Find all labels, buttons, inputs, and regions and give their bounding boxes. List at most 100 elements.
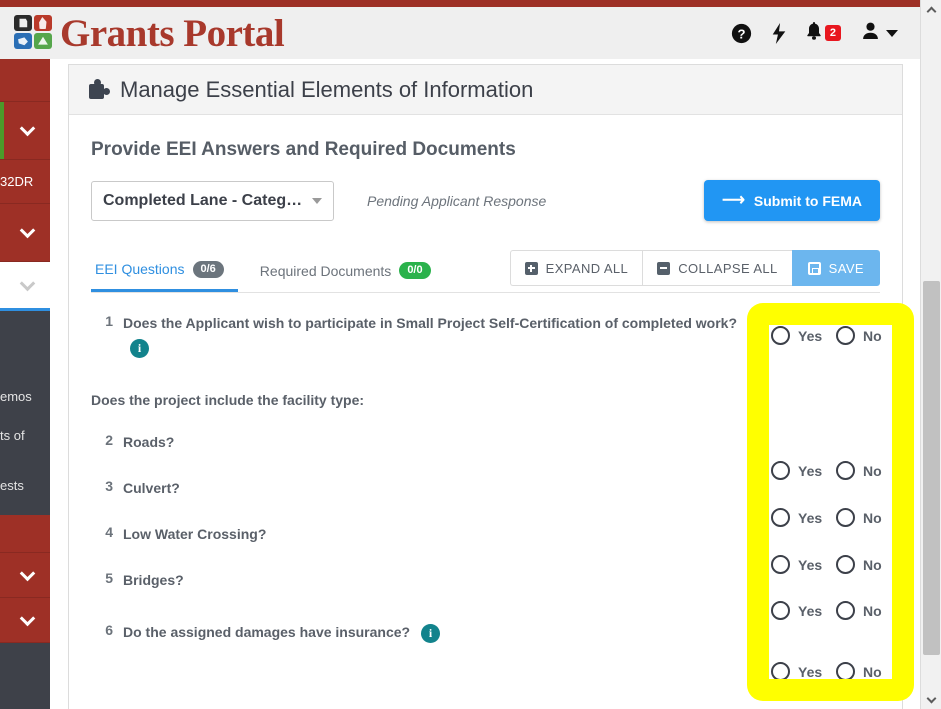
radio-no-label: No bbox=[863, 327, 882, 344]
scroll-down-button[interactable] bbox=[921, 690, 941, 709]
collapse-all-label: COLLAPSE ALL bbox=[678, 260, 778, 276]
save-button-label: SAVE bbox=[828, 260, 864, 276]
question-row-2: 2 Roads? bbox=[91, 432, 880, 452]
radio-no[interactable] bbox=[836, 326, 855, 345]
info-icon[interactable]: i bbox=[130, 339, 149, 358]
floppy-disk-icon bbox=[807, 261, 821, 275]
lane-status-text: Pending Applicant Response bbox=[367, 193, 547, 209]
tab-label: EEI Questions bbox=[95, 261, 185, 277]
lane-select-value: Completed Lane - Categor… bbox=[103, 192, 304, 209]
sidebar-item-12[interactable] bbox=[0, 643, 50, 709]
top-accent-strip bbox=[0, 0, 920, 7]
radio-no[interactable] bbox=[836, 508, 855, 527]
sidebar-item-memos[interactable]: emos bbox=[0, 377, 50, 416]
answers-panel-background bbox=[769, 325, 892, 679]
puzzle-piece-icon bbox=[87, 78, 111, 101]
radio-yes[interactable] bbox=[771, 326, 790, 345]
chevron-down-icon bbox=[312, 198, 322, 204]
question-number: 6 bbox=[105, 622, 113, 638]
notification-count-badge: 2 bbox=[824, 25, 841, 41]
status-tick bbox=[0, 102, 4, 159]
info-icon[interactable]: i bbox=[421, 623, 440, 643]
sidebar-item-label: 32DR bbox=[0, 174, 34, 189]
sidebar-item-1[interactable] bbox=[0, 102, 50, 160]
action-button-group: EXPAND ALL COLLAPSE ALL SAVE bbox=[509, 250, 880, 286]
tab-badge: 0/6 bbox=[192, 260, 224, 278]
help-circle-icon[interactable]: ? bbox=[731, 23, 752, 44]
question-row-1: 1 Does the Applicant wish to participate… bbox=[91, 313, 880, 333]
sidebar-item-requests[interactable]: ests bbox=[0, 455, 50, 515]
user-avatar-icon bbox=[861, 21, 880, 45]
save-button[interactable]: SAVE bbox=[791, 250, 880, 286]
sidebar-item-2[interactable]: 32DR bbox=[0, 160, 50, 204]
tab-badge: 0/0 bbox=[399, 262, 431, 279]
sidebar-item-4[interactable] bbox=[0, 262, 50, 308]
question-number: 5 bbox=[105, 570, 113, 586]
page-title: Manage Essential Elements of Information bbox=[120, 76, 534, 102]
question-text: Culvert? bbox=[123, 480, 180, 496]
radio-no-label: No bbox=[863, 602, 882, 619]
card-header: Manage Essential Elements of Information bbox=[69, 65, 902, 115]
chevron-down-icon bbox=[19, 120, 36, 137]
radio-yes-label: Yes bbox=[798, 602, 823, 619]
sidebar-item-0[interactable] bbox=[0, 59, 50, 102]
radio-yes-label: Yes bbox=[798, 556, 823, 573]
lightning-bolt-icon[interactable] bbox=[772, 22, 786, 44]
tab-required-documents[interactable]: Required Documents 0/0 bbox=[256, 249, 445, 292]
question-row-4: 4 Low Water Crossing? bbox=[91, 524, 880, 544]
chevron-down-icon bbox=[19, 610, 36, 626]
sidebar-item-5[interactable] bbox=[0, 311, 50, 377]
collapse-all-button[interactable]: COLLAPSE ALL bbox=[642, 250, 792, 286]
question-text: Low Water Crossing? bbox=[123, 526, 267, 542]
lane-selector-row: Completed Lane - Categor… Pending Applic… bbox=[69, 180, 902, 221]
sidebar-item-11[interactable] bbox=[0, 598, 50, 643]
brand-title: Grants Portal bbox=[60, 11, 285, 55]
question-row-5: 5 Bridges? bbox=[91, 570, 880, 590]
question-number: 4 bbox=[105, 524, 113, 540]
left-sidebar: 32DR emos ts of ests bbox=[0, 59, 50, 709]
chevron-down-icon bbox=[926, 693, 937, 703]
radio-yes[interactable] bbox=[771, 555, 790, 574]
sidebar-item-3[interactable] bbox=[0, 204, 50, 262]
chevron-down-icon bbox=[19, 565, 36, 581]
brand-header: Grants Portal ? 2 bbox=[0, 7, 920, 59]
lane-select[interactable]: Completed Lane - Categor… bbox=[91, 181, 334, 221]
radio-yes[interactable] bbox=[771, 508, 790, 527]
sidebar-item-10[interactable] bbox=[0, 553, 50, 598]
tab-bar: EEI Questions 0/6 Required Documents 0/0… bbox=[91, 249, 880, 293]
radio-no[interactable] bbox=[836, 555, 855, 574]
sidebar-item-9[interactable] bbox=[0, 515, 50, 553]
expand-all-button[interactable]: EXPAND ALL bbox=[509, 250, 643, 286]
radio-yes[interactable] bbox=[771, 461, 790, 480]
radio-yes-label: Yes bbox=[798, 462, 823, 479]
grants-portal-logo bbox=[14, 15, 54, 51]
question-text: Does the Applicant wish to participate i… bbox=[123, 315, 738, 331]
answer-row-6: Yes No bbox=[771, 662, 893, 681]
question-number: 2 bbox=[105, 432, 113, 448]
page-scrollbar[interactable] bbox=[920, 0, 941, 709]
radio-no[interactable] bbox=[836, 601, 855, 620]
question-text: Bridges? bbox=[123, 572, 184, 588]
radio-no[interactable] bbox=[836, 662, 855, 681]
question-row-6: 6 Do the assigned damages have insurance… bbox=[91, 622, 880, 643]
radio-yes[interactable] bbox=[771, 662, 790, 681]
sidebar-item-requests-of[interactable]: ts of bbox=[0, 416, 50, 455]
answer-row-1: Yes No bbox=[771, 326, 893, 345]
facility-type-header: Does the project include the facility ty… bbox=[91, 392, 365, 408]
notifications-button[interactable]: 2 bbox=[806, 21, 841, 45]
header-icon-group: ? 2 bbox=[731, 7, 920, 59]
scroll-up-button[interactable] bbox=[921, 0, 941, 19]
radio-no-label: No bbox=[863, 509, 882, 526]
radio-yes[interactable] bbox=[771, 601, 790, 620]
chevron-down-icon bbox=[19, 222, 36, 239]
radio-no[interactable] bbox=[836, 461, 855, 480]
scrollbar-thumb[interactable] bbox=[923, 281, 940, 655]
expand-all-label: EXPAND ALL bbox=[545, 260, 629, 276]
sidebar-item-label: ts of bbox=[0, 428, 25, 443]
sidebar-item-label: emos bbox=[0, 389, 32, 404]
tab-eei-questions[interactable]: EEI Questions 0/6 bbox=[91, 249, 238, 292]
question-number: 1 bbox=[105, 313, 113, 329]
radio-yes-label: Yes bbox=[798, 663, 823, 680]
user-menu[interactable] bbox=[861, 21, 898, 45]
submit-to-fema-button[interactable]: ⟶ Submit to FEMA bbox=[703, 180, 880, 221]
